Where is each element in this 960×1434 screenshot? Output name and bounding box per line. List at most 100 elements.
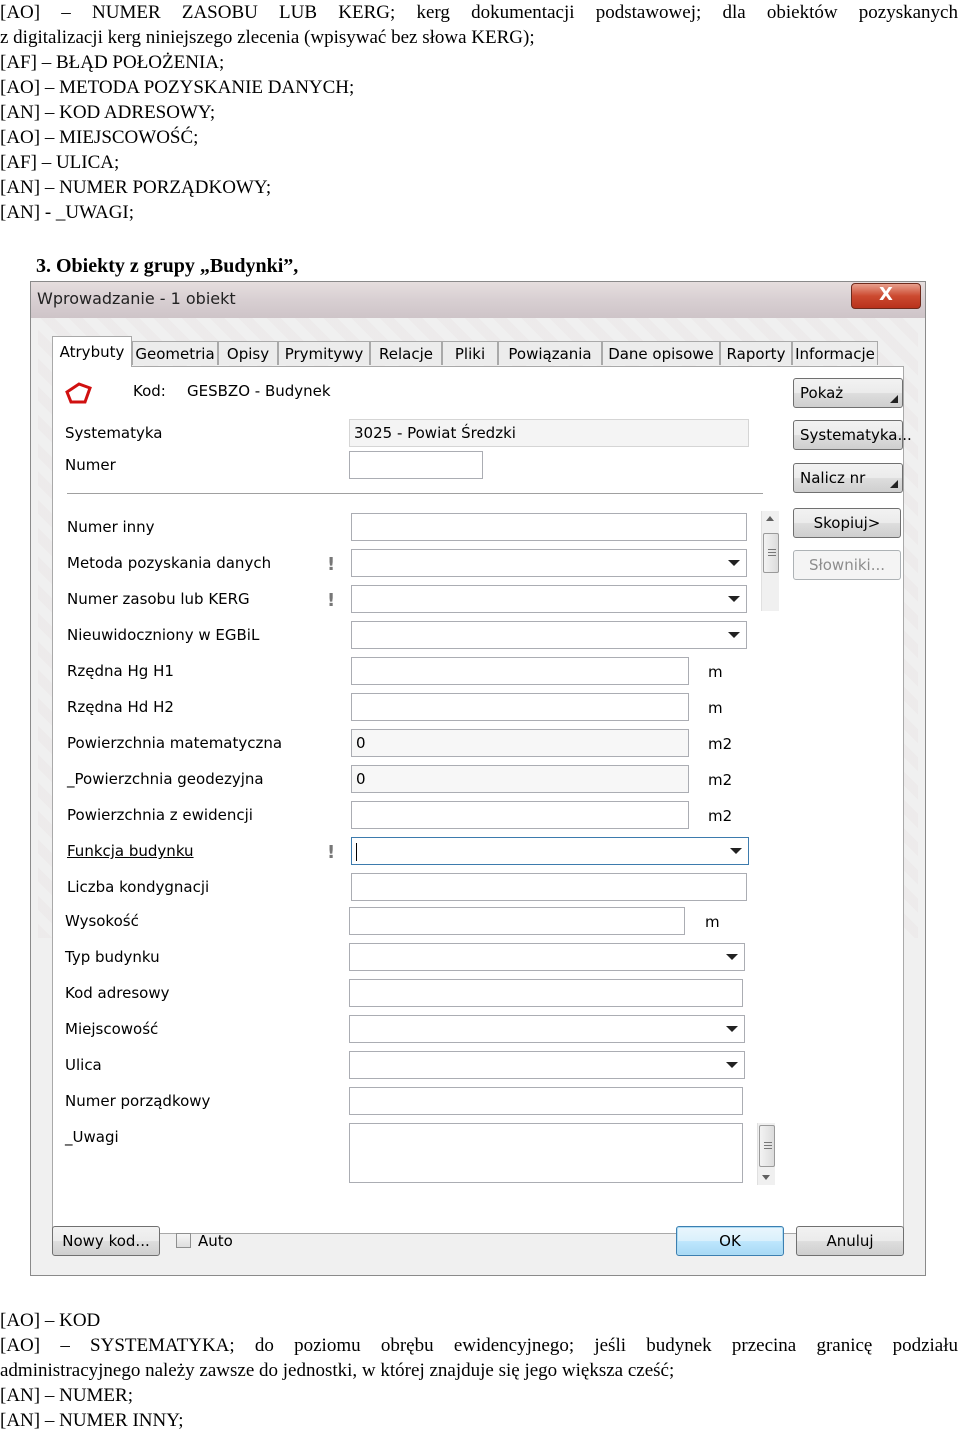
doc-line: [AO] – SYSTEMATYKA; do poziomu obrębu ew… bbox=[0, 1335, 958, 1356]
doc-line: [AF] – ULICA; bbox=[0, 152, 120, 173]
pow-mat-field[interactable]: 0 bbox=[351, 729, 689, 757]
pow-ewid-label: Powierzchnia z ewidencji bbox=[67, 806, 253, 824]
miejscowosc-select[interactable] bbox=[349, 1015, 745, 1043]
nieuwidoczniony-label: Nieuwidoczniony w EGBiL bbox=[67, 626, 260, 644]
typ-select[interactable] bbox=[349, 943, 745, 971]
uwagi-label: _Uwagi bbox=[65, 1128, 119, 1146]
unit-label: m2 bbox=[708, 735, 733, 753]
dialog-window: Wprowadzanie - 1 obiekt X Atrybuty Geome… bbox=[30, 281, 926, 1276]
wysokosc-field[interactable] bbox=[349, 907, 685, 935]
numer-field[interactable] bbox=[349, 451, 483, 479]
numer-zasobu-label: Numer zasobu lub KERG bbox=[67, 590, 250, 608]
typ-label: Typ budynku bbox=[65, 948, 160, 966]
systematyka-label: Systematyka bbox=[65, 424, 163, 442]
tab-opisy[interactable]: Opisy bbox=[218, 341, 278, 365]
ok-button[interactable]: OK bbox=[676, 1226, 784, 1256]
required-icon: ! bbox=[327, 590, 336, 611]
doc-line: [AF] – BŁĄD POŁOŻENIA; bbox=[0, 52, 225, 73]
title-bar[interactable]: Wprowadzanie - 1 obiekt X bbox=[31, 282, 925, 318]
kondygnacje-label: Liczba kondygnacji bbox=[67, 878, 210, 896]
numer-label: Numer bbox=[65, 456, 116, 474]
unit-label: m bbox=[705, 913, 720, 931]
ulica-select[interactable] bbox=[349, 1051, 745, 1079]
metoda-label: Metoda pozyskania danych bbox=[67, 554, 272, 572]
ulica-label: Ulica bbox=[65, 1056, 102, 1074]
scrollbar-lower[interactable] bbox=[757, 1123, 775, 1185]
kondygnacje-field[interactable] bbox=[351, 873, 747, 901]
systematyka-field: 3025 - Powiat Średzki bbox=[349, 419, 749, 447]
building-symbol-icon bbox=[65, 382, 92, 404]
close-button[interactable]: X bbox=[851, 283, 921, 309]
scroll-down-icon[interactable] bbox=[762, 1175, 770, 1180]
tab-geometria[interactable]: Geometria bbox=[132, 341, 218, 365]
doc-line: [AO] – NUMER ZASOBU LUB KERG; kerg dokum… bbox=[0, 2, 958, 23]
tab-pliki[interactable]: Pliki bbox=[442, 341, 498, 365]
tab-prymitywy[interactable]: Prymitywy bbox=[278, 341, 370, 365]
kod-adresowy-label: Kod adresowy bbox=[65, 984, 170, 1002]
skopiuj-button[interactable]: Skopiuj> bbox=[793, 508, 901, 538]
systematyka-button[interactable]: Systematyka... bbox=[793, 420, 912, 450]
wysokosc-label: Wysokość bbox=[65, 912, 139, 930]
doc-line: [AN] - _UWAGI; bbox=[0, 202, 135, 223]
numer-zasobu-select[interactable] bbox=[351, 585, 747, 613]
numer-inny-label: Numer inny bbox=[67, 518, 155, 536]
dialog-title: Wprowadzanie - 1 obiekt bbox=[37, 289, 236, 308]
kod-adresowy-field[interactable] bbox=[349, 979, 743, 1007]
tab-powiazania[interactable]: Powiązania bbox=[498, 341, 602, 365]
nowy-kod-button[interactable]: Nowy kod... bbox=[52, 1226, 160, 1256]
doc-line: [AN] – NUMER; bbox=[0, 1385, 133, 1406]
tab-atrybuty[interactable]: Atrybuty bbox=[52, 336, 132, 367]
dropdown-corner-icon bbox=[890, 395, 898, 403]
slowniki-button[interactable]: Słowniki... bbox=[793, 550, 901, 580]
tab-raporty[interactable]: Raporty bbox=[720, 341, 792, 365]
rzedna-h1-field[interactable] bbox=[351, 657, 689, 685]
auto-label: Auto bbox=[198, 1232, 233, 1250]
funkcja-select[interactable] bbox=[351, 837, 749, 865]
scroll-thumb[interactable] bbox=[763, 533, 779, 573]
uwagi-textarea[interactable] bbox=[349, 1123, 743, 1183]
scroll-up-icon[interactable] bbox=[766, 516, 774, 521]
rzedna-h1-label: Rzędna Hg H1 bbox=[67, 662, 174, 680]
numer-porzadkowy-label: Numer porządkowy bbox=[65, 1092, 211, 1110]
document-bottom-text: [AO] – KOD [AO] – SYSTEMATYKA; do poziom… bbox=[0, 1308, 960, 1434]
doc-line: [AN] – NUMER INNY; bbox=[0, 1410, 184, 1431]
pow-geo-field[interactable]: 0 bbox=[351, 765, 689, 793]
unit-label: m2 bbox=[708, 771, 733, 789]
anuluj-button[interactable]: Anuluj bbox=[796, 1226, 904, 1256]
chevron-down-icon bbox=[728, 632, 740, 638]
kod-label: Kod: bbox=[133, 382, 166, 400]
unit-label: m2 bbox=[708, 807, 733, 825]
nalicz-nr-button[interactable]: Nalicz nr bbox=[793, 463, 903, 493]
nieuwidoczniony-select[interactable] bbox=[351, 621, 747, 649]
tab-relacje[interactable]: Relacje bbox=[370, 341, 442, 365]
chevron-down-icon bbox=[726, 954, 738, 960]
numer-inny-field[interactable] bbox=[351, 513, 747, 541]
pow-ewid-field[interactable] bbox=[351, 801, 689, 829]
doc-line: [AO] – MIEJSCOWOŚĆ; bbox=[0, 127, 199, 148]
doc-line: [AN] – NUMER PORZĄDKOWY; bbox=[0, 177, 272, 198]
section-heading: 3. Obiekty z grupy „Budynki”, bbox=[36, 255, 299, 277]
document-top-text: [AO] – NUMER ZASOBU LUB KERG; kerg dokum… bbox=[0, 0, 960, 230]
pow-mat-label: Powierzchnia matematyczna bbox=[67, 734, 283, 752]
dialog-client: Atrybuty Geometria Opisy Prymitywy Relac… bbox=[38, 318, 918, 1268]
close-icon: X bbox=[879, 284, 893, 305]
unit-label: m bbox=[708, 699, 723, 717]
auto-checkbox[interactable] bbox=[176, 1233, 191, 1248]
tab-dane-opisowe[interactable]: Dane opisowe bbox=[602, 341, 720, 365]
miejscowosc-label: Miejscowość bbox=[65, 1020, 159, 1038]
funkcja-label: Funkcja budynku bbox=[67, 842, 194, 860]
scrollbar-upper[interactable] bbox=[761, 511, 779, 611]
chevron-down-icon bbox=[726, 1062, 738, 1068]
kod-value: GESBZO - Budynek bbox=[187, 382, 331, 400]
rzedna-h2-field[interactable] bbox=[351, 693, 689, 721]
doc-line: [AO] – KOD bbox=[0, 1310, 101, 1331]
metoda-select[interactable] bbox=[351, 549, 747, 577]
scroll-thumb[interactable] bbox=[759, 1125, 775, 1167]
rzedna-h2-label: Rzędna Hd H2 bbox=[67, 698, 174, 716]
chevron-down-icon bbox=[726, 1026, 738, 1032]
pokaz-button[interactable]: Pokaż bbox=[793, 378, 903, 408]
tab-informacje[interactable]: Informacje bbox=[792, 341, 878, 365]
chevron-down-icon bbox=[728, 596, 740, 602]
numer-porzadkowy-field[interactable] bbox=[349, 1087, 743, 1115]
separator bbox=[67, 493, 763, 495]
